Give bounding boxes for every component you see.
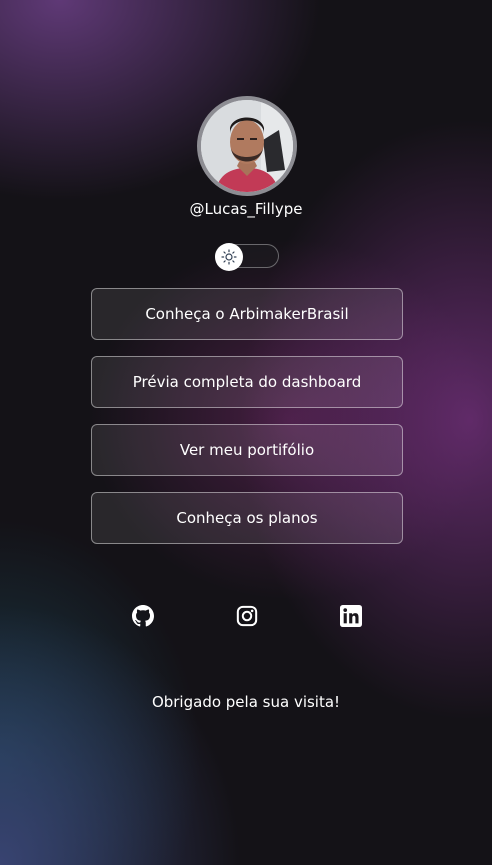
avatar <box>197 96 297 196</box>
link-button-label: Prévia completa do dashboard <box>132 373 362 391</box>
link-button-plans[interactable]: Conheça os planos <box>91 492 403 544</box>
linkedin-link[interactable] <box>339 604 363 628</box>
link-button-label: Conheça o ArbimakerBrasil <box>145 305 349 323</box>
thank-you-message: Obrigado pela sua visita! <box>151 693 341 711</box>
link-button-arbimaker[interactable]: Conheça o ArbimakerBrasil <box>91 288 403 340</box>
instagram-icon <box>236 605 258 627</box>
username-label: @Lucas_Fillype <box>189 200 303 218</box>
link-button-label: Conheça os planos <box>176 509 318 527</box>
link-button-label: Ver meu portifólio <box>179 441 315 459</box>
profile-page: @Lucas_Fillype Conheça o ArbimakerBrasil <box>0 0 492 865</box>
linkedin-icon <box>340 605 362 627</box>
github-icon <box>132 605 154 627</box>
link-button-dashboard-preview[interactable]: Prévia completa do dashboard <box>91 356 403 408</box>
link-button-portfolio[interactable]: Ver meu portifólio <box>91 424 403 476</box>
github-link[interactable] <box>131 604 155 628</box>
sun-icon <box>221 249 237 265</box>
theme-toggle[interactable] <box>215 243 279 271</box>
avatar-photo <box>201 100 293 192</box>
instagram-link[interactable] <box>235 604 259 628</box>
toggle-knob <box>215 243 243 271</box>
